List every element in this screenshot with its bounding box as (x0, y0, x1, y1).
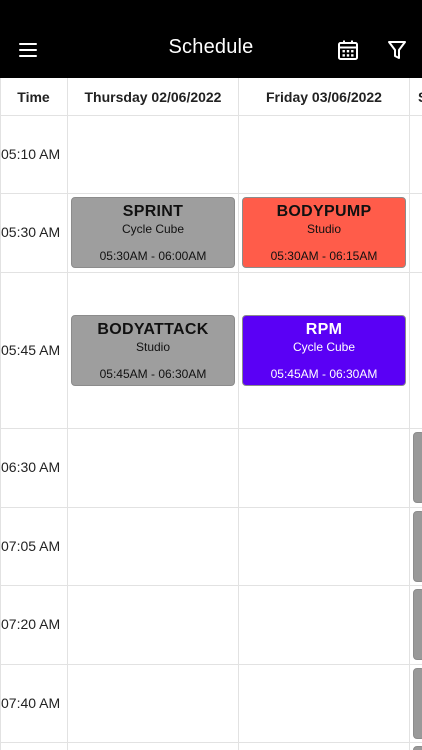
grid-line (0, 664, 422, 665)
grid-line (0, 78, 1, 750)
app-bar: Schedule (0, 22, 422, 78)
class-card-partial[interactable] (413, 746, 422, 750)
time-label: 05:30 AM (1, 224, 61, 240)
column-header-friday: Friday 03/06/2022 (239, 78, 410, 116)
class-time: 05:45AM - 06:30AM (270, 367, 378, 381)
class-name: SPRINT (122, 203, 184, 220)
column-header-thursday: Thursday 02/06/2022 (68, 78, 239, 116)
class-name: RPM (305, 321, 343, 338)
class-card-bodyattack[interactable]: BODYATTACK Studio 05:45AM - 06:30AM (71, 315, 235, 386)
class-card-partial[interactable] (413, 511, 422, 582)
class-location: Cycle Cube (121, 222, 185, 236)
class-card-partial[interactable] (413, 668, 422, 739)
class-time: 05:30AM - 06:15AM (270, 249, 378, 263)
class-card-bodypump[interactable]: BODYPUMP Studio 05:30AM - 06:15AM (242, 197, 406, 268)
grid-line (0, 507, 422, 508)
class-location: Cycle Cube (292, 340, 356, 354)
grid-line (0, 742, 422, 743)
schedule-grid: Time Thursday 02/06/2022 Friday 03/06/20… (0, 78, 422, 750)
column-header-time: Time (0, 78, 68, 116)
time-label: 07:20 AM (1, 616, 61, 632)
grid-line (0, 193, 422, 194)
grid-line (0, 272, 422, 273)
grid-line (238, 78, 239, 750)
time-label: 05:45 AM (1, 342, 61, 358)
class-card-partial[interactable] (413, 589, 422, 660)
column-header-saturday: S (410, 78, 422, 116)
time-label: 06:30 AM (1, 459, 61, 475)
status-bar (0, 0, 422, 22)
grid-line (0, 585, 422, 586)
time-label: 07:05 AM (1, 538, 61, 554)
grid-line (0, 428, 422, 429)
time-label: 07:40 AM (1, 695, 61, 711)
class-name: BODYATTACK (97, 321, 209, 338)
class-location: Studio (306, 222, 342, 236)
grid-line (409, 78, 410, 750)
class-card-partial[interactable] (413, 432, 422, 503)
grid-line (67, 78, 68, 750)
class-time: 05:45AM - 06:30AM (99, 367, 207, 381)
class-location: Studio (135, 340, 171, 354)
class-name: BODYPUMP (276, 203, 372, 220)
class-card-rpm[interactable]: RPM Cycle Cube 05:45AM - 06:30AM (242, 315, 406, 386)
class-time: 05:30AM - 06:00AM (99, 249, 207, 263)
time-label: 05:10 AM (1, 146, 61, 162)
filter-icon[interactable] (385, 38, 409, 62)
calendar-icon[interactable] (336, 38, 360, 62)
class-card-sprint[interactable]: SPRINT Cycle Cube 05:30AM - 06:00AM (71, 197, 235, 268)
